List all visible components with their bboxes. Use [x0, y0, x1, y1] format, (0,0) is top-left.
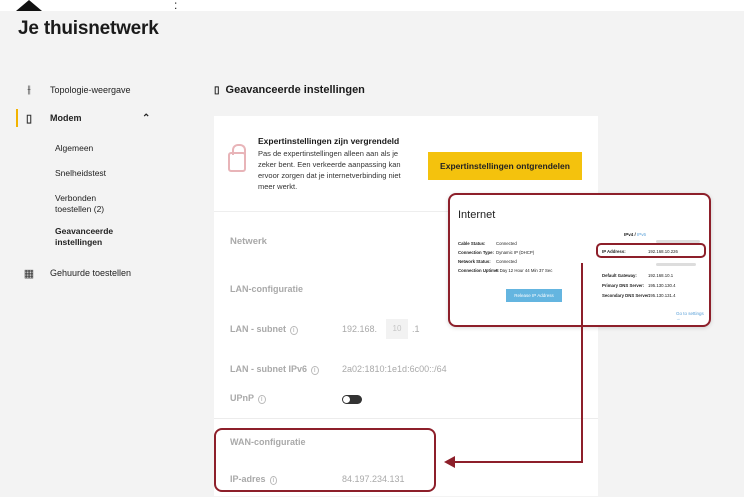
network-icon: ⫲ [27, 83, 31, 96]
kv-row: Primary DNS Server: 195.130.130.4 [602, 283, 675, 288]
sidebar-subitem-connected-devices[interactable]: Verbonden toestellen (2) [0, 193, 120, 215]
lan-subnet-input[interactable]: 10 [386, 319, 408, 339]
sidebar-subitem-algemeen[interactable]: Algemeen [0, 143, 190, 154]
kv-value: 192.168.10.1 [648, 273, 674, 278]
go-to-settings-link[interactable]: Go to settings → [676, 311, 709, 321]
sidebar-subitem-advanced-settings[interactable]: Geavanceerde instellingen [0, 226, 113, 248]
kv-value: Dynamic IP (DHCP) [496, 250, 535, 255]
kv-key: Default Gateway: [602, 273, 637, 278]
router-status-inset: Internet Cable Status: Connected Connecti… [448, 193, 711, 327]
chevron-up-icon: ⌃ [142, 112, 151, 124]
sidebar-item-label: Gehuurde toestellen [50, 268, 132, 278]
modem-icon: ▯ [25, 112, 33, 125]
divider [214, 418, 598, 419]
kv-key: Connection Uptime: [458, 268, 499, 273]
ip-version-tabs[interactable]: IPv4 / IPv6 [624, 232, 646, 237]
kv-row: Network Status: Connected [458, 259, 517, 264]
unlock-expert-button[interactable]: Expertinstellingen ontgrendelen [428, 152, 582, 180]
kv-row: Secondary DNS Server:195.130.131.4 [602, 293, 675, 298]
page-title: Je thuisnetwerk [18, 18, 159, 39]
network-heading: Netwerk [230, 236, 267, 247]
kv-value: 195.130.131.4 [648, 293, 676, 298]
ip-address-highlight [596, 243, 706, 258]
tab-ipv4[interactable]: IPv4 [624, 232, 633, 237]
lan-subnet-label: LAN - subnet i [230, 324, 298, 335]
lan-subnet-suffix: .1 [412, 324, 420, 334]
sidebar-item-rented-devices[interactable]: ▦ Gehuurde toestellen [0, 262, 190, 284]
kv-row: Connection Uptime:5 Day 12 Hour 44 Min 3… [458, 268, 552, 273]
upnp-label-text: UPnP [230, 393, 255, 403]
more-dots-icon: : [174, 0, 178, 12]
inset-title: Internet [458, 209, 496, 221]
lock-icon [228, 144, 246, 172]
info-icon[interactable]: i [311, 366, 319, 375]
modem-icon: ▯ [214, 84, 220, 96]
section-title: Geavanceerde instellingen [225, 84, 365, 96]
arrow-up-icon [16, 0, 42, 11]
kv-key: Network Status: [458, 259, 491, 264]
upnp-toggle[interactable] [342, 395, 362, 404]
sidebar: ⫲ Topologie-weergave ▯ Modem ⌃ Algemeen … [0, 75, 190, 284]
lock-title: Expertinstellingen zijn vergrendeld [258, 136, 400, 146]
upnp-label: UPnP i [230, 393, 266, 404]
lan-subnet-label-text: LAN - subnet [230, 324, 286, 334]
sidebar-item-label: Topologie-weergave [50, 85, 131, 95]
kv-row: Default Gateway: 192.168.10.1 [602, 273, 673, 278]
tab-ipv6[interactable]: IPv6 [637, 232, 646, 237]
lock-description: Pas de expertinstellingen alleen aan als… [258, 149, 401, 191]
kv-row: Cable Status: Connected [458, 241, 517, 246]
top-bar: : [0, 0, 744, 12]
kv-value: 195.130.130.4 [648, 283, 676, 288]
lan-ipv6-label-text: LAN - subnet IPv6 [230, 364, 308, 374]
kv-value: 5 Day 12 Hour 44 Min 37 Sec [496, 268, 553, 273]
devices-icon: ▦ [23, 267, 35, 280]
kv-row: Connection Type: Dynamic IP (DHCP) [458, 250, 534, 255]
arrow-right-icon: → [676, 316, 681, 321]
lan-ipv6-value: 2a02:1810:1e1d:6c00::/64 [342, 364, 447, 374]
lan-ipv6-label: LAN - subnet IPv6 i [230, 364, 319, 375]
release-ip-button[interactable]: Release IP Address [506, 289, 562, 302]
kv-value: Connected [496, 241, 517, 246]
kv-value: Connected [496, 259, 517, 264]
blurred-row [656, 263, 696, 266]
info-icon[interactable]: i [258, 395, 266, 404]
sidebar-subitem-speedtest[interactable]: Snelheidstest [0, 168, 190, 179]
lan-subnet-prefix: 192.168. [342, 324, 378, 334]
kv-key: Secondary DNS Server: [602, 293, 651, 298]
kv-key: Connection Type: [458, 250, 494, 255]
sidebar-item-label: Modem [50, 113, 82, 123]
section-heading: ▯ Geavanceerde instellingen [214, 84, 365, 96]
lan-heading: LAN-configuratie [230, 284, 303, 294]
sidebar-item-modem[interactable]: ▯ Modem ⌃ [0, 107, 190, 129]
wan-highlight-box [214, 428, 436, 492]
kv-key: Primary DNS Server: [602, 283, 645, 288]
info-icon[interactable]: i [290, 326, 298, 335]
kv-key: Cable Status: [458, 241, 486, 246]
sidebar-item-topology[interactable]: ⫲ Topologie-weergave [0, 75, 190, 105]
